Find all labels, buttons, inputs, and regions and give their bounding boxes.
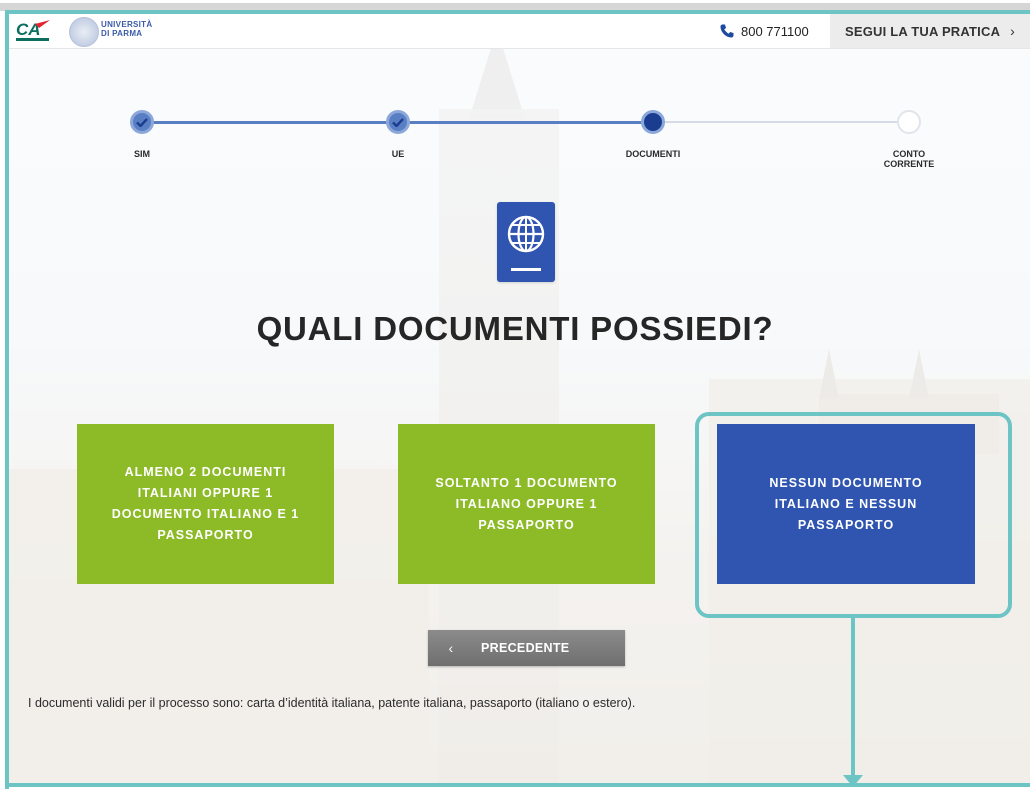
screenshot-frame [5, 10, 1030, 789]
screenshot-frame-bottom [5, 783, 1030, 787]
